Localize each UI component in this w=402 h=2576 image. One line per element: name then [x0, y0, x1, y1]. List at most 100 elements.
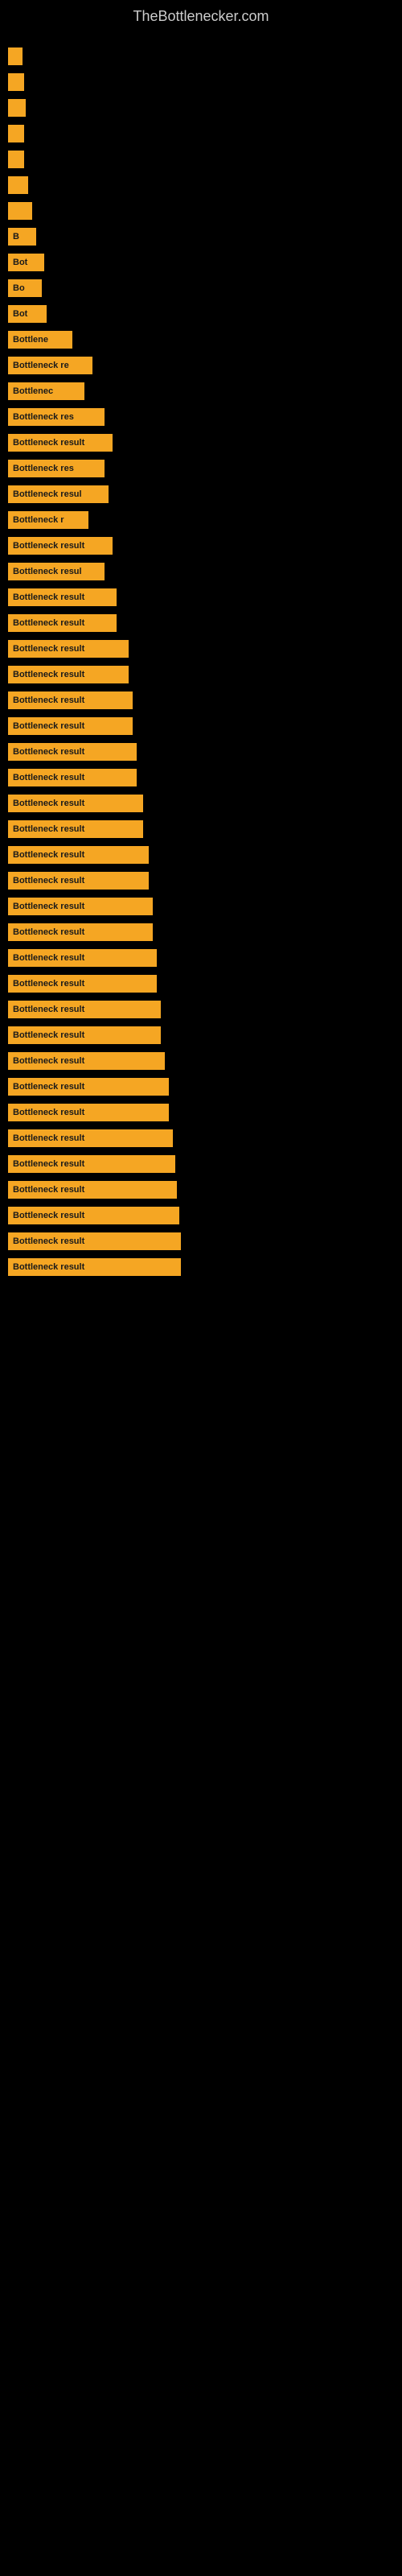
bar-row: Bottleneck result: [8, 766, 394, 789]
bar-label-11: Bottlene: [13, 335, 48, 345]
bar-row: Bot: [8, 303, 394, 325]
bar-1: [8, 73, 24, 91]
bar-row: Bottleneck result: [8, 1256, 394, 1278]
bar-row: Bottleneck result: [8, 638, 394, 660]
bar-label-17: Bottleneck resul: [13, 489, 82, 499]
bar-41: Bottleneck result: [8, 1104, 169, 1121]
bar-row: Bottleneck result: [8, 947, 394, 969]
bar-7: B: [8, 228, 36, 246]
bar-4: [8, 151, 24, 168]
bar-row: [8, 71, 394, 93]
bar-0: [8, 47, 23, 65]
bar-12: Bottleneck re: [8, 357, 92, 374]
bar-46: Bottleneck result: [8, 1232, 181, 1250]
bars-container: B Bot Bo Bot Bottlene Bottleneck re Bottlenec B…: [0, 29, 402, 1290]
bar-label-30: Bottleneck result: [13, 824, 84, 834]
bar-row: Bottleneck res: [8, 457, 394, 480]
bar-label-7: B: [13, 232, 19, 242]
bar-label-26: Bottleneck result: [13, 721, 84, 731]
bar-row: Bottleneck result: [8, 844, 394, 866]
bar-42: Bottleneck result: [8, 1129, 173, 1147]
bar-label-9: Bo: [13, 283, 25, 293]
bar-label-41: Bottleneck result: [13, 1108, 84, 1117]
bar-row: Bo: [8, 277, 394, 299]
bar-label-47: Bottleneck result: [13, 1262, 84, 1272]
bar-3: [8, 125, 24, 142]
bar-label-27: Bottleneck result: [13, 747, 84, 757]
bar-26: Bottleneck result: [8, 717, 133, 735]
bar-row: [8, 122, 394, 145]
bar-43: Bottleneck result: [8, 1155, 175, 1173]
bar-24: Bottleneck result: [8, 666, 129, 683]
bar-row: Bottleneck result: [8, 1075, 394, 1098]
bar-47: Bottleneck result: [8, 1258, 181, 1276]
bar-row: Bottleneck result: [8, 998, 394, 1021]
bar-row: Bottleneck result: [8, 689, 394, 712]
bar-row: Bottleneck result: [8, 921, 394, 943]
bar-label-34: Bottleneck result: [13, 927, 84, 937]
bar-label-24: Bottleneck result: [13, 670, 84, 679]
bar-row: Bottleneck re: [8, 354, 394, 377]
bar-row: Bottleneck result: [8, 869, 394, 892]
bar-label-28: Bottleneck result: [13, 773, 84, 782]
bar-row: Bottleneck result: [8, 972, 394, 995]
bar-row: Bottleneck result: [8, 535, 394, 557]
bar-23: Bottleneck result: [8, 640, 129, 658]
bar-label-38: Bottleneck result: [13, 1030, 84, 1040]
bar-row: Bottleneck result: [8, 1050, 394, 1072]
bar-row: Bottleneck result: [8, 1153, 394, 1175]
bar-row: [8, 45, 394, 68]
bar-label-16: Bottleneck res: [13, 464, 74, 473]
bar-label-21: Bottleneck result: [13, 592, 84, 602]
bar-row: [8, 97, 394, 119]
bar-35: Bottleneck result: [8, 949, 157, 967]
bar-row: Bottleneck res: [8, 406, 394, 428]
bar-label-15: Bottleneck result: [13, 438, 84, 448]
bar-row: Bot: [8, 251, 394, 274]
bar-label-33: Bottleneck result: [13, 902, 84, 911]
bar-row: Bottleneck result: [8, 792, 394, 815]
bar-row: Bottleneck result: [8, 741, 394, 763]
bar-37: Bottleneck result: [8, 1001, 161, 1018]
bar-row: Bottleneck result: [8, 1127, 394, 1150]
bar-label-43: Bottleneck result: [13, 1159, 84, 1169]
bar-row: Bottleneck result: [8, 586, 394, 609]
bar-label-14: Bottleneck res: [13, 412, 74, 422]
bar-39: Bottleneck result: [8, 1052, 165, 1070]
bar-25: Bottleneck result: [8, 691, 133, 709]
bar-18: Bottleneck r: [8, 511, 88, 529]
bar-label-29: Bottleneck result: [13, 799, 84, 808]
bar-label-12: Bottleneck re: [13, 361, 69, 370]
bar-17: Bottleneck resul: [8, 485, 109, 503]
bar-11: Bottlene: [8, 331, 72, 349]
bar-label-40: Bottleneck result: [13, 1082, 84, 1092]
bar-row: B: [8, 225, 394, 248]
bar-label-35: Bottleneck result: [13, 953, 84, 963]
bar-label-19: Bottleneck result: [13, 541, 84, 551]
bar-row: Bottleneck result: [8, 1230, 394, 1253]
bar-15: Bottleneck result: [8, 434, 113, 452]
bar-31: Bottleneck result: [8, 846, 149, 864]
bar-row: Bottleneck result: [8, 663, 394, 686]
bar-28: Bottleneck result: [8, 769, 137, 786]
bar-row: [8, 148, 394, 171]
bar-label-42: Bottleneck result: [13, 1133, 84, 1143]
bar-6: [8, 202, 32, 220]
bar-label-18: Bottleneck r: [13, 515, 64, 525]
bar-8: Bot: [8, 254, 44, 271]
bar-row: Bottleneck result: [8, 1024, 394, 1046]
bar-32: Bottleneck result: [8, 872, 149, 890]
bar-38: Bottleneck result: [8, 1026, 161, 1044]
bar-row: Bottleneck result: [8, 1179, 394, 1201]
bar-label-37: Bottleneck result: [13, 1005, 84, 1014]
bar-40: Bottleneck result: [8, 1078, 169, 1096]
bar-29: Bottleneck result: [8, 795, 143, 812]
bar-10: Bot: [8, 305, 47, 323]
bar-label-45: Bottleneck result: [13, 1211, 84, 1220]
bar-label-31: Bottleneck result: [13, 850, 84, 860]
bar-9: Bo: [8, 279, 42, 297]
site-title: TheBottlenecker.com: [0, 0, 402, 29]
bar-45: Bottleneck result: [8, 1207, 179, 1224]
bar-row: [8, 174, 394, 196]
bar-13: Bottlenec: [8, 382, 84, 400]
